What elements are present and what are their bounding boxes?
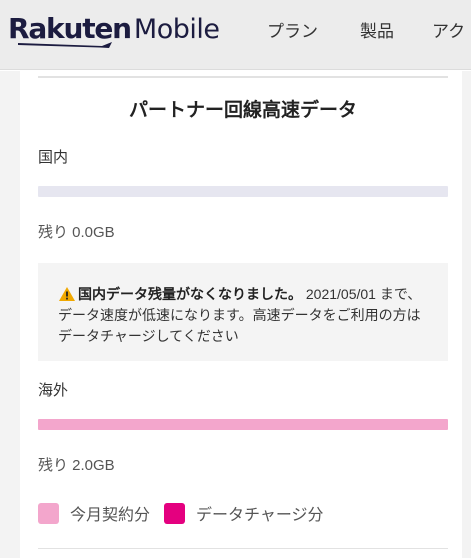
domestic-label: 国内	[38, 149, 69, 166]
domestic-usage-bar	[38, 186, 448, 197]
legend-swatch-contract	[38, 502, 59, 524]
warning-icon	[59, 287, 75, 301]
legend-label-contract: 今月契約分	[70, 507, 151, 524]
top-divider	[38, 76, 448, 78]
left-margin	[0, 71, 20, 558]
domestic-remaining: 残り 0.0GB	[38, 224, 115, 241]
bottom-divider	[38, 548, 448, 549]
legend-charge: データチャージ分	[164, 501, 324, 525]
data-exhausted-notice: 国内データ残量がなくなりました。 2021/05/01 まで、データ速度が低速に…	[38, 263, 448, 361]
legend-contract: 今月契約分	[38, 501, 150, 525]
usage-legend: 今月契約分 データチャージ分	[38, 501, 338, 525]
section-title: パートナー回線高速データ	[128, 100, 357, 121]
legend-swatch-charge	[164, 502, 186, 524]
notice-heading: 国内データ残量がなくなりました。	[78, 286, 302, 302]
overseas-label: 海外	[38, 382, 69, 399]
overseas-usage-bar	[38, 419, 448, 430]
nav-item-account[interactable]: アク	[432, 17, 465, 42]
site-header: Rakuten Mobile プラン 製品 アク	[0, 0, 471, 70]
nav-item-plan[interactable]: プラン	[267, 17, 318, 42]
right-margin	[462, 71, 471, 558]
legend-label-charge: データチャージ分	[196, 507, 324, 524]
overseas-remaining: 残り 2.0GB	[38, 457, 115, 474]
nav-item-products[interactable]: 製品	[360, 17, 394, 42]
main-nav: プラン 製品 アク	[0, 0, 471, 58]
